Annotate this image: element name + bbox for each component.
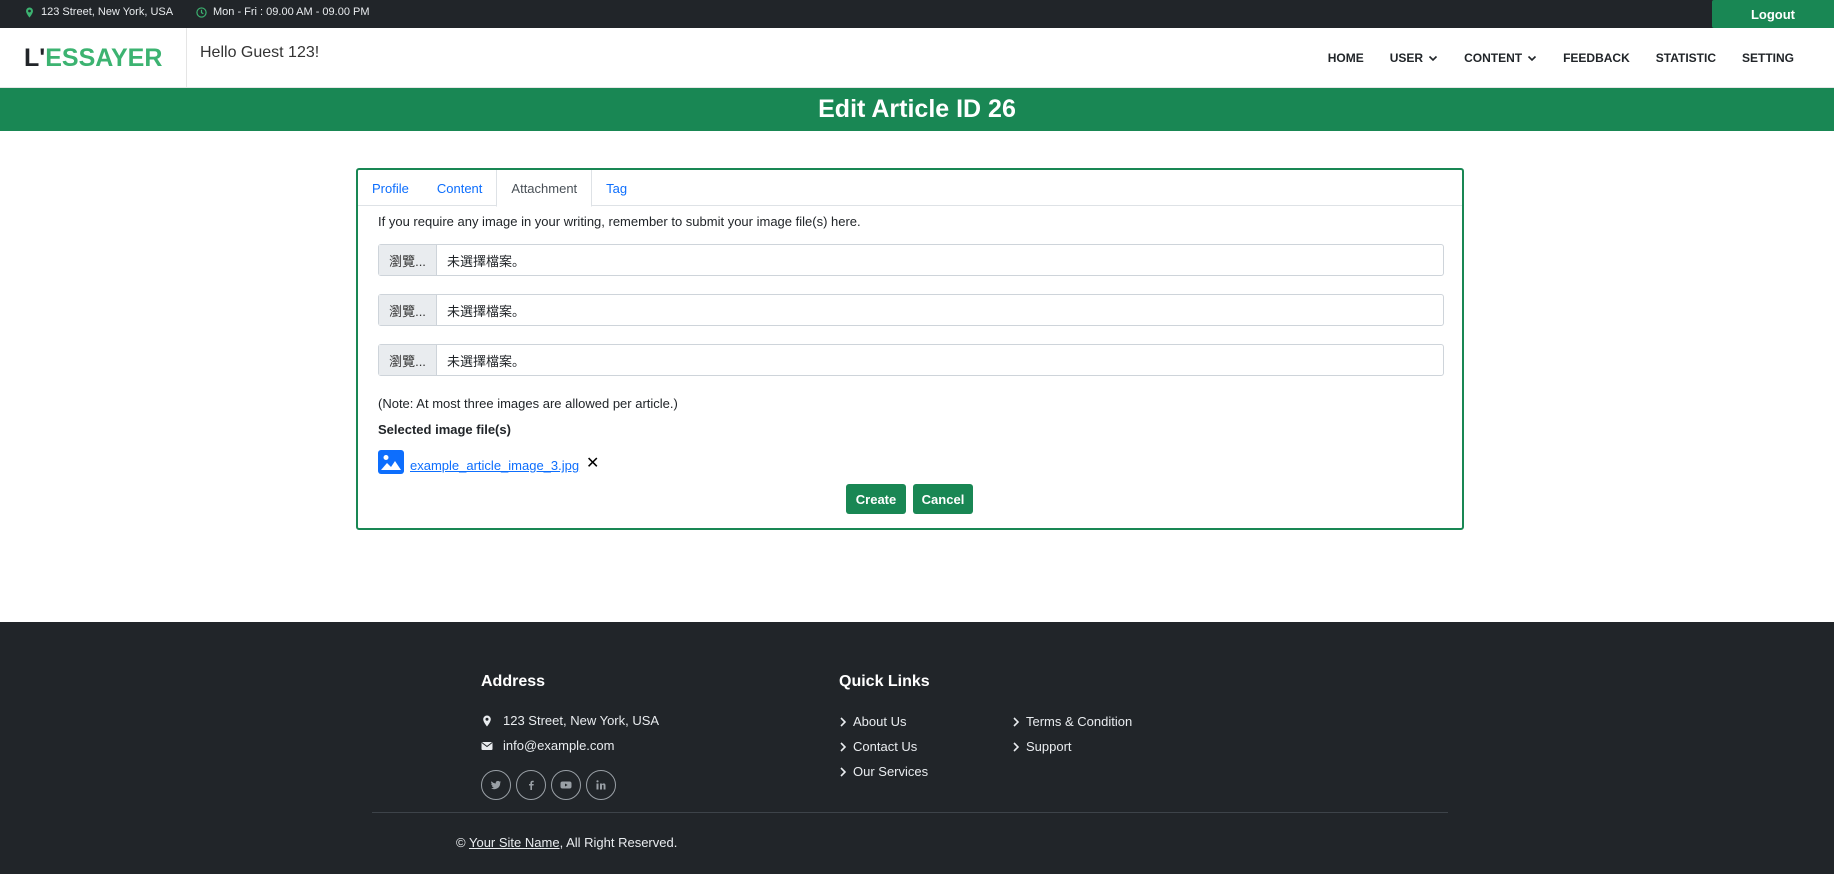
file-input-status: 未選擇檔案。 — [447, 353, 526, 369]
remove-file-icon[interactable]: ✕ — [586, 453, 599, 473]
nav-home-label: HOME — [1327, 51, 1364, 65]
linkedin-icon — [596, 780, 606, 790]
file-input-status: 未選擇檔案。 — [447, 303, 526, 319]
chevron-right-icon — [840, 716, 847, 727]
footer-email: info@example.com — [481, 738, 614, 753]
chevron-right-icon — [840, 766, 847, 777]
browse-button[interactable]: 瀏覽... — [379, 345, 437, 375]
tab-tag[interactable]: Tag — [592, 170, 641, 206]
map-marker-icon — [26, 6, 33, 18]
main-nav: HOME USER CONTENT FEEDBACK STATISTIC SET… — [1328, 28, 1794, 88]
nav-feedback[interactable]: FEEDBACK — [1563, 51, 1630, 65]
footer-divider — [372, 812, 1448, 813]
topbar-address: 123 Street, New York, USA — [24, 0, 173, 24]
footer-address-heading: Address — [481, 673, 546, 690]
brand-prefix: L' — [24, 43, 46, 72]
chevron-right-icon — [1013, 716, 1020, 727]
top-info-bar: 123 Street, New York, USA Mon - Fri : 09… — [0, 0, 1834, 28]
envelope-icon — [481, 741, 493, 750]
footer-link-about-label: About Us — [853, 714, 907, 729]
facebook-link[interactable] — [516, 770, 546, 800]
topbar-address-text: 123 Street, New York, USA — [41, 6, 174, 18]
footer-link-contact[interactable]: Contact Us — [839, 739, 917, 754]
chevron-down-icon — [1429, 55, 1438, 62]
tab-attachment[interactable]: Attachment — [496, 170, 593, 207]
tab-content[interactable]: Content — [423, 170, 497, 206]
topbar-hours-text: Mon - Fri : 09.00 AM - 09.00 PM — [213, 6, 370, 18]
footer-link-about[interactable]: About Us — [839, 714, 906, 729]
footer-address: 123 Street, New York, USA — [481, 713, 659, 728]
nav-content-label: CONTENT — [1464, 51, 1523, 65]
twitter-link[interactable] — [481, 770, 511, 800]
create-button[interactable]: Create — [846, 484, 906, 514]
greeting-text: Hello Guest 123! — [200, 44, 320, 61]
nav-statistic-label: STATISTIC — [1655, 51, 1716, 65]
file-input-1[interactable]: 瀏覽... 未選擇檔案。 — [378, 244, 1444, 276]
nav-user-label: USER — [1389, 51, 1424, 65]
footer-link-services[interactable]: Our Services — [839, 764, 928, 779]
chevron-right-icon — [1013, 741, 1020, 752]
page-title: Edit Article ID 26 — [0, 88, 1834, 131]
footer-link-support[interactable]: Support — [1012, 739, 1072, 754]
chevron-right-icon — [840, 741, 847, 752]
footer-link-support-label: Support — [1026, 739, 1072, 754]
clock-icon — [196, 6, 207, 18]
tab-profile[interactable]: Profile — [358, 170, 423, 206]
browse-button[interactable]: 瀏覽... — [379, 245, 437, 275]
facebook-icon — [529, 780, 534, 790]
footer-email-text: info@example.com — [503, 738, 615, 753]
copyright-rights: , All Right Reserved. — [559, 835, 678, 850]
nav-content-dropdown[interactable]: CONTENT — [1464, 51, 1537, 65]
footer-link-terms[interactable]: Terms & Condition — [1012, 714, 1132, 729]
brand-logo[interactable]: L' ESSAYER — [0, 28, 187, 88]
image-icon — [378, 450, 404, 474]
footer-link-terms-label: Terms & Condition — [1026, 714, 1133, 729]
topbar-hours: Mon - Fri : 09.00 AM - 09.00 PM — [196, 0, 370, 24]
footer-link-services-label: Our Services — [853, 764, 929, 779]
cancel-button[interactable]: Cancel — [913, 484, 973, 514]
file-input-2[interactable]: 瀏覽... 未選擇檔案。 — [378, 294, 1444, 326]
logout-button[interactable]: Logout — [1712, 0, 1834, 28]
nav-setting[interactable]: SETTING — [1742, 51, 1794, 65]
footer-quick-links-heading: Quick Links — [839, 673, 930, 690]
image-limit-note: (Note: At most three images are allowed … — [378, 396, 678, 411]
footer-link-contact-label: Contact Us — [853, 739, 918, 754]
edit-article-card: Profile Content Attachment Tag If you re… — [356, 168, 1464, 530]
youtube-link[interactable] — [551, 770, 581, 800]
linkedin-link[interactable] — [586, 770, 616, 800]
tab-bar: Profile Content Attachment Tag — [358, 170, 1462, 207]
site-name-link[interactable]: Your Site Name — [469, 835, 560, 850]
site-footer: Address 123 Street, New York, USA info@e… — [0, 622, 1834, 874]
twitter-icon — [491, 780, 501, 790]
file-input-status: 未選擇檔案。 — [447, 253, 526, 269]
nav-home[interactable]: HOME — [1328, 51, 1364, 65]
copyright: © Your Site Name, All Right Reserved. — [456, 835, 677, 850]
selected-file-link[interactable]: example_article_image_3.jpg — [410, 458, 579, 473]
map-marker-icon — [483, 715, 491, 726]
file-input-3[interactable]: 瀏覽... 未選擇檔案。 — [378, 344, 1444, 376]
brand-name: ESSAYER — [45, 43, 163, 72]
nav-setting-label: SETTING — [1741, 51, 1794, 65]
nav-user-dropdown[interactable]: USER — [1390, 51, 1438, 65]
site-header: L' ESSAYER Hello Guest 123! HOME USER CON… — [0, 28, 1834, 88]
nav-feedback-label: FEEDBACK — [1563, 51, 1630, 65]
social-links — [481, 770, 616, 800]
browse-button[interactable]: 瀏覽... — [379, 295, 437, 325]
selected-files-heading: Selected image file(s) — [378, 422, 511, 437]
chevron-down-icon — [1528, 55, 1537, 62]
nav-statistic[interactable]: STATISTIC — [1656, 51, 1716, 65]
copyright-symbol: © — [456, 835, 466, 850]
attachment-intro: If you require any image in your writing… — [378, 214, 861, 229]
youtube-icon — [560, 781, 572, 789]
footer-address-text: 123 Street, New York, USA — [503, 713, 660, 728]
